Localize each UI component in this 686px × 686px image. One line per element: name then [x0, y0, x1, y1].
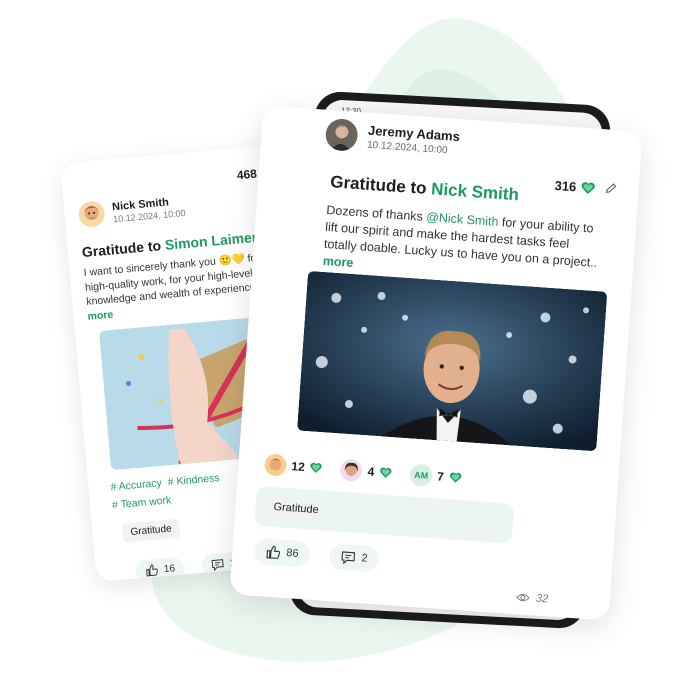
reaction-item-count: 7: [436, 469, 445, 484]
post-title: Gratitude to Nick Smith: [330, 172, 520, 205]
category-chip[interactable]: Gratitude: [264, 496, 328, 521]
like-button[interactable]: 86: [253, 537, 311, 568]
reactor-avatar: [340, 459, 363, 482]
tag[interactable]: # Team work: [112, 494, 172, 511]
reaction-item[interactable]: 4: [340, 459, 393, 485]
initials-avatar: AM: [409, 463, 433, 487]
heart-icon: [449, 472, 462, 483]
reaction-total: 316: [554, 178, 596, 196]
view-counter: 32: [515, 590, 548, 606]
heart-icon: [581, 181, 595, 194]
reaction-item[interactable]: AM 7: [409, 463, 462, 489]
tag[interactable]: # Accuracy: [110, 477, 162, 493]
reaction-bar: 86 2: [253, 537, 380, 573]
recipient-name[interactable]: Nick Smith: [431, 179, 520, 204]
front-post-card: Jeremy Adams 10.12.2024, 10:00 316 Grati…: [229, 105, 643, 621]
category-chip[interactable]: Gratitude: [121, 518, 181, 543]
reaction-count: 316: [554, 177, 577, 195]
post-header: Nick Smith 10.12.2024, 10:00: [78, 193, 186, 228]
tag-list: # Accuracy # Kindness # Team work: [110, 469, 228, 515]
thumbs-up-icon: [146, 564, 158, 577]
reaction-item-count: 12: [290, 459, 306, 475]
view-count: 32: [535, 592, 549, 606]
heart-icon: [310, 462, 322, 473]
title-prefix: Gratitude to: [329, 172, 428, 198]
reaction-count: 468: [236, 166, 258, 183]
reactor-avatar: [264, 453, 287, 477]
like-count: 16: [163, 562, 176, 575]
edit-icon[interactable]: [604, 181, 618, 195]
eye-icon: [516, 594, 530, 602]
comment-count: 2: [361, 552, 368, 565]
title-prefix: Gratitude to: [81, 237, 162, 261]
reaction-item-count: 4: [367, 464, 375, 479]
author-avatar[interactable]: [325, 118, 359, 152]
author-avatar[interactable]: [78, 200, 106, 228]
comment-icon: [341, 551, 356, 565]
comment-icon: [211, 559, 224, 572]
comment-button[interactable]: 2: [328, 543, 380, 573]
post-header: Jeremy Adams 10.12.2024, 10:00: [325, 118, 461, 159]
heart-icon: [380, 467, 392, 478]
tag[interactable]: # Kindness: [167, 472, 220, 488]
like-count: 86: [285, 547, 300, 560]
celebration-portrait-image[interactable]: [296, 270, 608, 452]
reaction-item[interactable]: 12: [264, 453, 324, 479]
thumbs-up-icon: [266, 545, 281, 559]
recipient-name[interactable]: Simon Laimer: [164, 229, 258, 253]
